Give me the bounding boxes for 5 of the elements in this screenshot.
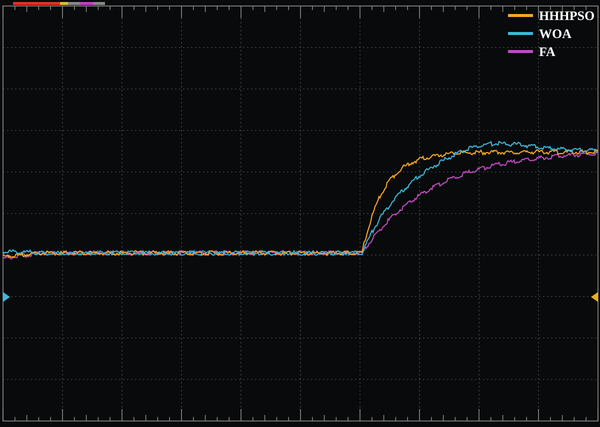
level-marker-icon [3, 292, 10, 302]
legend-label: WOA [539, 26, 572, 40]
legend-label: FA [539, 44, 556, 58]
legend-label: HHHPSO [539, 8, 595, 22]
trigger-marker-icon [591, 292, 598, 302]
